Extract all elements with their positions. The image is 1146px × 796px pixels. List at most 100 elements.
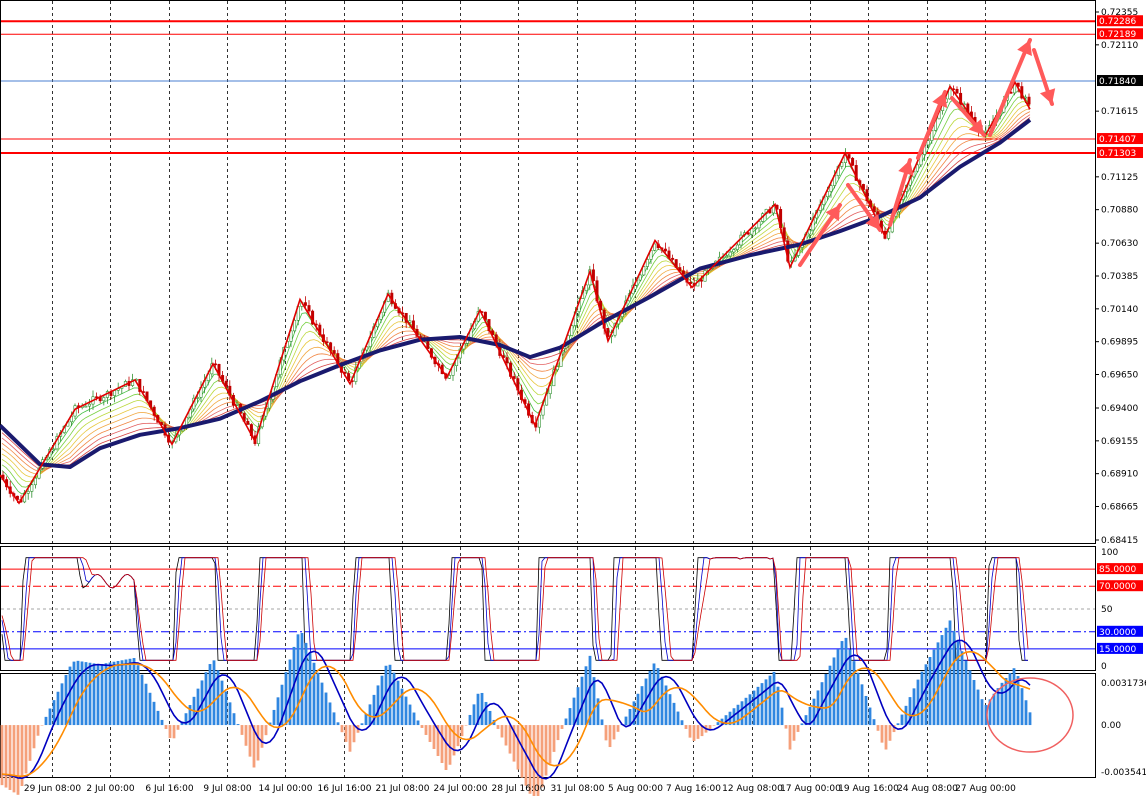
macd-hist-bar	[376, 685, 380, 726]
macd-hist-bar	[864, 695, 868, 726]
macd-hist-bar	[852, 661, 856, 726]
macd-hist-bar	[12, 725, 16, 793]
time-label: 29 Jun 08:00	[24, 784, 81, 794]
macd-hist-bar	[196, 688, 200, 726]
candle-body	[663, 248, 667, 252]
macd-hist-bar	[172, 725, 176, 739]
macd-panel: 0.00317361 0.00 -0.003541	[0, 620, 1146, 796]
macd-hist-bar	[692, 725, 696, 741]
macd-hist-bar	[516, 725, 520, 770]
candle-body	[851, 157, 855, 166]
macd-hist-bar	[320, 682, 324, 726]
macd-hist-bar	[612, 725, 616, 740]
candle-body	[307, 305, 311, 312]
macd-hist-bar	[836, 649, 840, 726]
macd-hist-bar	[796, 725, 800, 732]
macd-hist-bar	[208, 664, 212, 726]
macd-hist-bar	[220, 680, 224, 726]
macd-hist-bar	[300, 632, 304, 726]
candle-body	[246, 420, 250, 425]
macd-hist-bar	[140, 674, 144, 726]
price-tick-label: 0.72110	[1101, 41, 1138, 51]
price-tick-label: 0.70630	[1101, 239, 1138, 249]
osc-level-tag-label: 15.0000	[1099, 645, 1136, 655]
macd-hist-bar	[956, 641, 960, 726]
macd-hist-bar	[936, 642, 940, 726]
candle-body	[753, 227, 757, 230]
macd-hist-bar	[432, 725, 436, 749]
candle-body	[725, 255, 729, 258]
macd-hist-bar	[996, 688, 1000, 726]
macd-hist-bar	[888, 725, 892, 741]
macd-hist-bar	[152, 701, 156, 726]
macd-hist-bar	[308, 652, 312, 726]
macd-hist-bar	[952, 630, 956, 726]
macd-hist-bar	[912, 688, 916, 726]
time-label: 17 Aug 00:00	[780, 784, 841, 794]
candle-body	[332, 350, 336, 354]
macd-hist-bar	[16, 725, 20, 795]
macd-hist-bar	[928, 656, 932, 726]
macd-hist-bar	[972, 679, 976, 726]
oscillator-panel-frame	[0, 546, 1096, 671]
time-label: 7 Aug 16:00	[666, 784, 721, 794]
macd-hist-bar	[360, 723, 364, 726]
candle-body	[293, 319, 297, 332]
time-label: 9 Jul 08:00	[203, 784, 252, 794]
osc-line	[1, 557, 1028, 661]
macd-hist-bar	[652, 663, 656, 726]
macd-hist-bar	[108, 662, 112, 726]
macd-hist-bar	[116, 661, 120, 726]
macd-tick-label: -0.003541	[1101, 768, 1146, 778]
macd-hist-bar	[648, 670, 652, 726]
macd-hist-bar	[144, 683, 148, 726]
macd-hist-bar	[740, 701, 744, 726]
macd-hist-bar	[668, 694, 672, 726]
macd-hist-bar	[696, 725, 700, 739]
time-label: 24 Aug 08:00	[897, 784, 958, 794]
macd-hist-bar	[616, 725, 620, 732]
level-tag-label: 0.72286	[1099, 17, 1136, 27]
macd-hist-bar	[124, 659, 128, 726]
time-label: 27 Aug 00:00	[955, 784, 1016, 794]
macd-hist-bar	[176, 725, 180, 730]
macd-hist-bar	[96, 664, 100, 726]
macd-hist-bar	[296, 634, 300, 726]
oscillator-panel: 100 50 0 85.0000 70.0000 30.0000 15.0000	[1, 548, 1143, 672]
macd-hist-bar	[112, 661, 116, 726]
price-tick-label: 0.69400	[1101, 404, 1138, 414]
macd-hist-bar	[72, 661, 76, 726]
price-tick-label: 0.69650	[1101, 370, 1138, 380]
time-label: 19 Aug 16:00	[838, 784, 899, 794]
candle-body	[213, 363, 217, 366]
macd-hist-bar	[608, 725, 612, 748]
macd-hist-bar	[316, 672, 320, 726]
macd-hist-bar	[120, 660, 124, 726]
candle-body	[915, 164, 919, 172]
macd-hist-bar	[148, 692, 152, 726]
osc-level-tag-label: 85.0000	[1099, 565, 1136, 575]
macd-hist-bar	[1012, 668, 1016, 726]
macd-hist-bar	[24, 725, 28, 774]
macd-hist-bar	[600, 719, 604, 726]
macd-hist-bar	[424, 725, 428, 735]
macd-hist-bar	[56, 691, 60, 726]
macd-hist-bar	[256, 725, 260, 761]
macd-hist-bar	[628, 708, 632, 726]
macd-hist-bar	[488, 710, 492, 726]
level-tag-label: 0.71303	[1099, 149, 1136, 159]
macd-hist-bar	[552, 725, 556, 752]
macd-hist-bar	[132, 658, 136, 726]
macd-hist-bar	[792, 725, 796, 741]
macd-hist-bar	[856, 672, 860, 726]
candle-body	[87, 403, 91, 407]
macd-hist-bar	[848, 649, 852, 726]
candle-body	[51, 448, 55, 451]
time-label: 31 Jul 08:00	[551, 784, 605, 794]
macd-hist-bar	[992, 693, 996, 726]
macd-hist-bar	[352, 725, 356, 743]
time-label: 21 Jul 08:00	[376, 784, 430, 794]
macd-hist-bar	[544, 725, 548, 776]
macd-hist-bar	[104, 663, 108, 726]
time-label: 24 Jul 00:00	[434, 784, 488, 794]
